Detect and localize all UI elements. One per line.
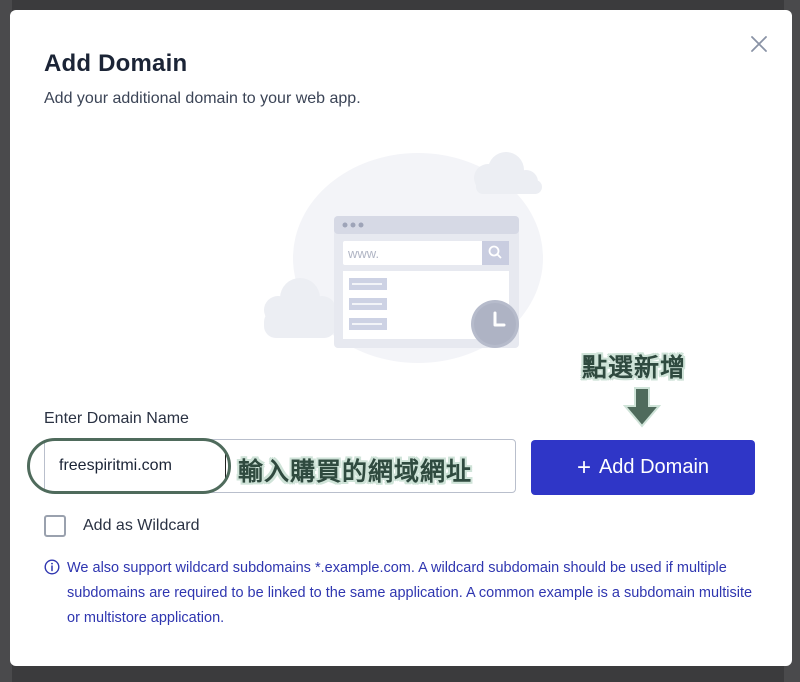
modal-title: Add Domain — [44, 50, 188, 77]
close-icon[interactable] — [747, 32, 771, 56]
add-domain-button[interactable]: + Add Domain — [531, 440, 755, 495]
wildcard-checkbox[interactable] — [44, 515, 66, 537]
wildcard-info-text: We also support wildcard subdomains *.ex… — [67, 560, 753, 626]
wildcard-label[interactable]: Add as Wildcard — [83, 517, 200, 535]
arrow-down-icon — [623, 387, 661, 428]
domain-input-value: freespiritmi.com — [59, 457, 172, 474]
domain-illustration: www. — [264, 152, 543, 363]
add-domain-modal: Add Domain Add your additional domain to… — [10, 10, 792, 666]
plus-icon: + — [576, 453, 591, 481]
text-caret — [225, 452, 226, 480]
info-icon — [44, 559, 60, 575]
add-domain-button-label: Add Domain — [598, 456, 710, 478]
button-annotation: 點選新增 — [582, 354, 687, 382]
modal-subtitle: Add your additional domain to your web a… — [44, 90, 361, 107]
url-text: www. — [347, 246, 379, 261]
input-annotation: 輸入購買的網域網址 — [238, 458, 473, 486]
domain-name-label: Enter Domain Name — [44, 410, 189, 427]
